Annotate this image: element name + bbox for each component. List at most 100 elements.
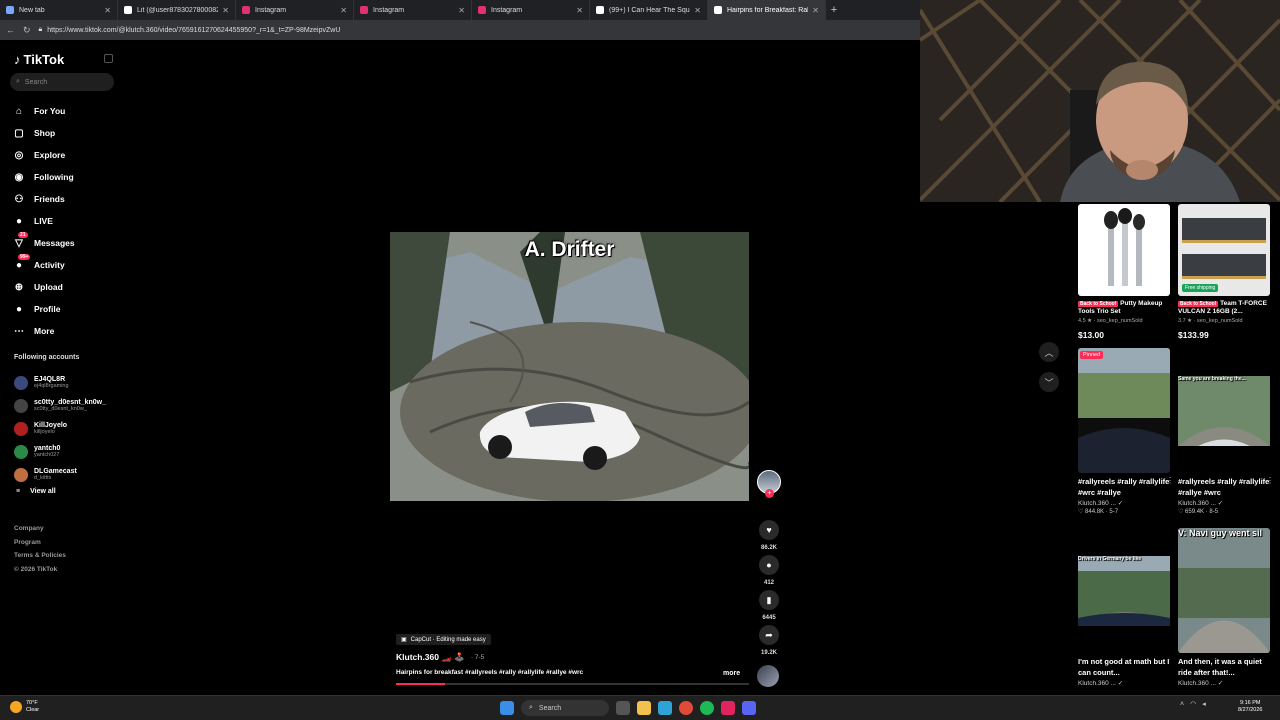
start-icon[interactable]: [500, 701, 514, 715]
search-placeholder: Search: [24, 78, 48, 86]
video-author[interactable]: Klutch.360 🏎️ 🕹️ · 7-5: [396, 652, 484, 663]
video-card[interactable]: V: Navi guy went sil And then, it was a …: [1178, 528, 1270, 687]
compass-icon-glyph: ◎: [14, 149, 24, 161]
sidebar-item-for-you[interactable]: ⌂ For You: [12, 100, 75, 122]
bookmark-icon[interactable]: ▮: [759, 590, 779, 610]
more-options-icon[interactable]: ⋮: [1266, 476, 1274, 485]
chevron-up-icon[interactable]: ˄: [1180, 701, 1184, 708]
close-tab-icon[interactable]: ✕: [694, 6, 701, 15]
system-clock[interactable]: 9:16 PM 8/27/2026: [1238, 700, 1262, 714]
sidebar-item-explore[interactable]: ◎ Explore: [12, 144, 75, 166]
sidebar-item-profile[interactable]: ● Profile: [12, 298, 75, 320]
previous-video-icon[interactable]: ︿: [1039, 342, 1059, 362]
collapse-sidebar-icon[interactable]: [104, 54, 113, 63]
tiktok-logo[interactable]: ♪ TikTok: [14, 52, 64, 67]
account-name: KillJoyelo: [34, 422, 68, 429]
file-explorer-icon[interactable]: [637, 701, 651, 715]
close-tab-icon[interactable]: ✕: [458, 6, 465, 15]
reload-icon[interactable]: ↻: [23, 25, 31, 36]
share-action[interactable]: ➦ 19.2K: [756, 625, 782, 656]
footer-link[interactable]: Company: [14, 522, 66, 536]
rally-cockpit-image: [1078, 348, 1170, 473]
taskbar-search[interactable]: ⌕ Search: [521, 700, 609, 716]
footer-link[interactable]: Terms & Policies: [14, 549, 66, 563]
chrome-icon[interactable]: [679, 701, 693, 715]
follow-plus-icon[interactable]: +: [765, 489, 774, 498]
tab-title: Instagram: [491, 6, 523, 14]
close-tab-icon[interactable]: ✕: [576, 6, 583, 15]
browser-tab[interactable]: Instagram ✕: [472, 0, 590, 20]
spotify-icon[interactable]: [700, 701, 714, 715]
search-icon: ⌕: [16, 78, 20, 85]
back-icon[interactable]: ←: [6, 25, 15, 35]
like-action[interactable]: ♥ 86.2K: [756, 520, 782, 551]
close-tab-icon[interactable]: ✕: [812, 6, 819, 15]
following-account[interactable]: KillJoyelo killjoyelo: [14, 417, 106, 440]
browser-tab[interactable]: Instagram ✕: [236, 0, 354, 20]
browser-tab[interactable]: Lit (@user8783027800082) | TikTok✕: [118, 0, 236, 20]
product-card[interactable]: Free shipping Back to School Team T-FORCE…: [1178, 204, 1270, 340]
product-card[interactable]: Back to School Putty Makeup Tools Trio Se…: [1078, 204, 1170, 340]
heart-icon[interactable]: ♥: [759, 520, 779, 540]
video-card[interactable]: Pinned #rallyreels #rally #rallylife #wr…: [1078, 348, 1174, 515]
video-player[interactable]: A. Drifter: [390, 232, 749, 501]
comment-icon[interactable]: ●: [759, 555, 779, 575]
sidebar-item-messages[interactable]: ▽ 21 Messages: [12, 232, 75, 254]
browser-tab[interactable]: (99+) I Can Hear The Squelching # ✕: [590, 0, 708, 20]
comment-action[interactable]: ● 412: [756, 555, 782, 586]
video-card[interactable]: Drivers in Germany be like I'm not good …: [1078, 528, 1170, 687]
video-author-small: Klutch.360 ... ✓: [1078, 680, 1124, 687]
share-icon[interactable]: ➦: [759, 625, 779, 645]
edge-icon[interactable]: [658, 701, 672, 715]
wifi-icon[interactable]: ◠: [1190, 700, 1196, 708]
url-field[interactable]: 🔒︎ https://www.tiktok.com/@klutch.360/vi…: [39, 23, 920, 37]
browser-tab[interactable]: Hairpins for Breakfast: Rally Drive ✕: [708, 0, 826, 20]
speaker-icon[interactable]: ◂: [1202, 700, 1206, 708]
close-tab-icon[interactable]: ✕: [222, 6, 229, 15]
close-tab-icon[interactable]: ✕: [340, 6, 347, 15]
sidebar-item-friends[interactable]: ⚇ Friends: [12, 188, 75, 210]
new-tab-icon[interactable]: +: [826, 4, 842, 16]
browser-tab[interactable]: Instagram ✕: [354, 0, 472, 20]
sidebar-item-upload[interactable]: ⊕ Upload: [12, 276, 75, 298]
more-options-icon[interactable]: ⋮: [1166, 476, 1174, 485]
video-progress-bar[interactable]: [396, 683, 749, 685]
notification-badge: 21: [18, 232, 28, 238]
webcam-overlay: [920, 0, 1280, 202]
more-link[interactable]: more: [723, 670, 740, 677]
weather-widget[interactable]: 70°F Clear: [10, 700, 39, 714]
sidebar-item-following[interactable]: ◉ Following: [12, 166, 75, 188]
video-card[interactable]: Same you are breaking the... #rallyreels…: [1178, 348, 1274, 515]
task-view-icon[interactable]: [616, 701, 630, 715]
product-thumbnail: [1078, 204, 1170, 296]
video-frame: [390, 232, 749, 501]
following-icon: ◉: [12, 170, 26, 184]
browser-tab[interactable]: New tab ✕: [0, 0, 118, 20]
following-account[interactable]: EJ4QL8R ej4ql8rgaming: [14, 371, 106, 394]
shop-icon-glyph: ▢: [14, 127, 24, 139]
sidebar-item-shop[interactable]: ▢ Shop: [12, 122, 75, 144]
sidebar-item-activity[interactable]: ● 99+ Activity: [12, 254, 75, 276]
account-name: sc0tty_d0esnt_kn0w_: [34, 399, 106, 406]
discord-icon[interactable]: [742, 701, 756, 715]
following-account[interactable]: sc0tty_d0esnt_kn0w_ sc0tty_d0esnt_kn0w_: [14, 394, 106, 417]
footer-link[interactable]: Program: [14, 536, 66, 550]
next-video-icon[interactable]: ﹀: [1039, 372, 1059, 392]
view-all-link[interactable]: ≡ View all: [14, 488, 106, 495]
windows-taskbar: 70°F Clear ⌕ Search ˄ ◠ ◂ 9:16 PM 8/27/2…: [0, 695, 1280, 720]
save-action[interactable]: ▮ 6445: [756, 590, 782, 621]
creator-avatar[interactable]: +: [757, 470, 781, 498]
following-account[interactable]: DLGamecast d_kittts: [14, 463, 106, 486]
music-disc-avatar[interactable]: [757, 665, 779, 687]
search-input[interactable]: ⌕ Search: [10, 73, 114, 91]
tab-title: New tab: [19, 6, 45, 14]
sidebar-item-label: Friends: [34, 194, 65, 204]
sidebar-item-live[interactable]: ● LIVE: [12, 210, 75, 232]
sidebar-item-more[interactable]: ⋯ More: [12, 320, 75, 342]
following-account[interactable]: yantch0 yantch027: [14, 440, 106, 463]
app-icon[interactable]: [721, 701, 735, 715]
clock-date: 8/27/2026: [1238, 707, 1263, 713]
product-rating: 4.5 ★ · seo_kep_numSold: [1078, 318, 1143, 324]
capcut-tag[interactable]: ▣ CapCut · Editing made easy: [396, 634, 491, 645]
close-tab-icon[interactable]: ✕: [104, 6, 111, 15]
